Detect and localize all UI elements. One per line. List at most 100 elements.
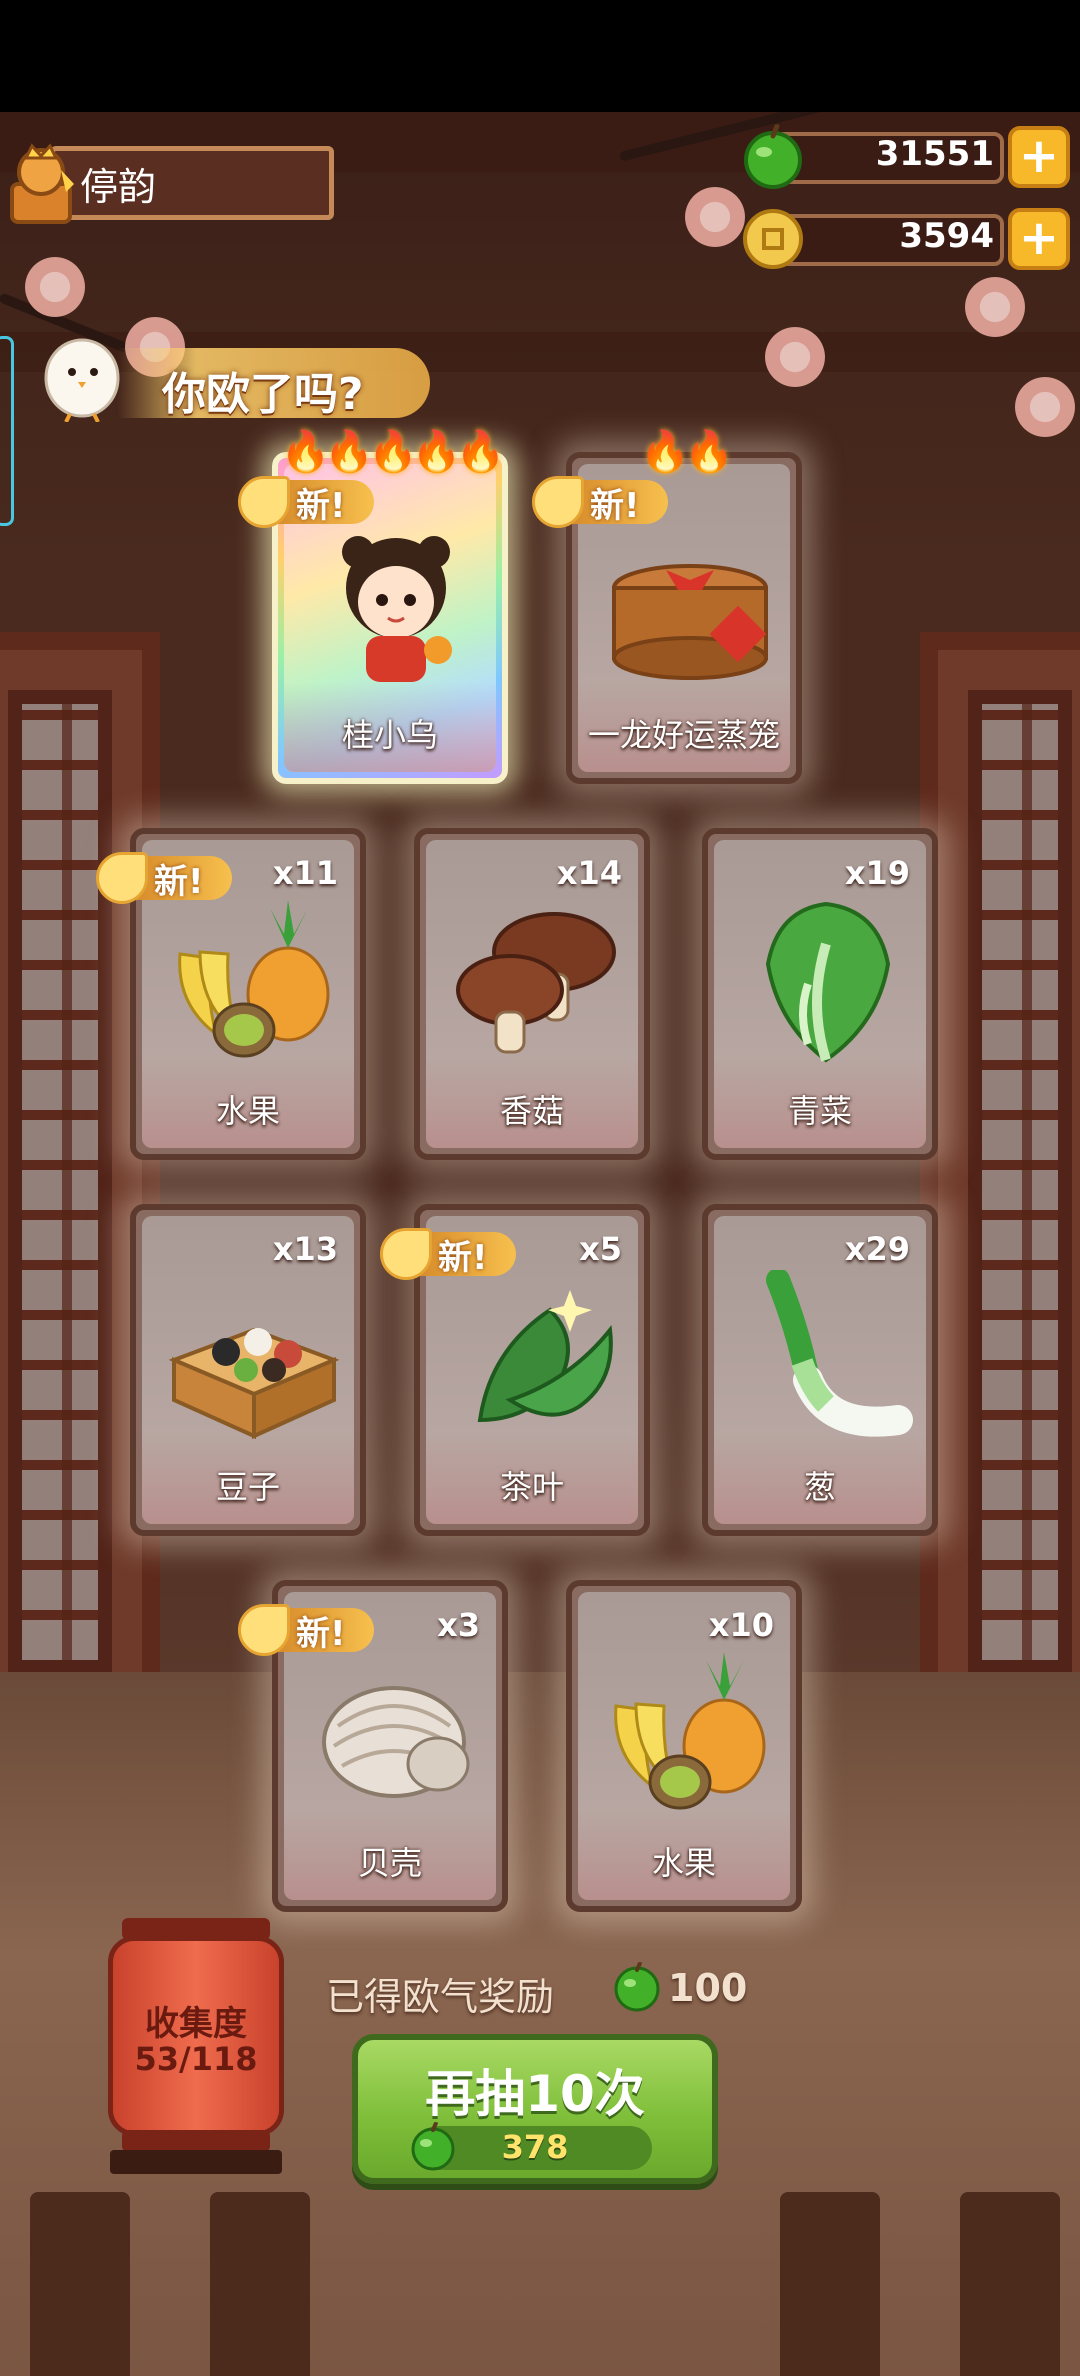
card-label: 一龙好运蒸笼 xyxy=(587,716,780,754)
player-tag[interactable]: 停韵 xyxy=(0,140,336,224)
card-label: 水果 xyxy=(651,1844,716,1882)
lattice-window-right xyxy=(920,632,1080,1732)
new-badge-exclaim: ! xyxy=(472,1238,488,1278)
wing-icon xyxy=(238,476,290,528)
card-count: x19 xyxy=(844,854,910,892)
side-drawer-tab[interactable] xyxy=(0,336,14,526)
scallion-icon xyxy=(766,1270,913,1437)
green-apple-icon xyxy=(744,124,802,189)
fence-post xyxy=(780,2192,880,2376)
add-apples-button[interactable]: + xyxy=(1008,126,1070,188)
new-badge-exclaim: ! xyxy=(188,862,204,902)
fence-post xyxy=(30,2192,130,2376)
blossom-icon xyxy=(20,252,90,322)
blossom-icon xyxy=(960,272,1030,342)
lantern-cap xyxy=(122,2130,270,2152)
reward-value: 100 xyxy=(668,1966,748,2010)
add-coins-button[interactable]: + xyxy=(1008,208,1070,270)
card-label: 桂小乌 xyxy=(341,716,438,754)
wing-icon xyxy=(96,852,148,904)
fence-post xyxy=(960,2192,1060,2376)
reward-card[interactable]: x5 茶叶 新! xyxy=(380,1204,650,1536)
card-count: x29 xyxy=(844,1230,910,1268)
card-count: x5 xyxy=(579,1230,622,1268)
coin-currency: 3594 + xyxy=(740,206,1070,272)
new-badge: 新! xyxy=(96,848,246,906)
new-badge-text: 新! xyxy=(296,478,346,527)
new-badge-text: 新! xyxy=(590,478,640,527)
fruit-icon xyxy=(178,900,330,1058)
wing-icon xyxy=(238,1604,290,1656)
blossom-icon xyxy=(760,322,830,392)
reward-card[interactable]: 桂小乌 🔥🔥🔥🔥🔥 新! xyxy=(238,429,508,784)
new-badge: 新! xyxy=(238,1600,388,1658)
draw-again-button[interactable]: 再抽10次 378 xyxy=(352,2034,718,2184)
reward-card[interactable]: x13 豆子 xyxy=(130,1204,366,1536)
new-badge-word: 新 xyxy=(154,862,188,902)
reward-card[interactable]: x10 水果 xyxy=(566,1580,802,1912)
reward-card[interactable]: x19 青菜 xyxy=(702,828,938,1160)
lantern-stand xyxy=(110,2150,282,2174)
fence-post xyxy=(210,2192,310,2376)
card-label: 葱 xyxy=(803,1468,836,1506)
bok-choy-icon xyxy=(765,901,891,1063)
new-badge-word: 新 xyxy=(438,1238,472,1278)
new-badge-text: 新! xyxy=(438,1230,488,1279)
apple-count: 31551 xyxy=(875,134,994,174)
wing-icon xyxy=(380,1228,432,1280)
new-badge-exclaim: ! xyxy=(624,486,640,526)
lucky-banner: 你欧了吗? xyxy=(40,318,430,428)
card-label: 豆子 xyxy=(215,1468,280,1506)
beans-box-icon xyxy=(168,1327,340,1440)
apple-currency: 31551 + xyxy=(740,124,1070,190)
banner-text: 你欧了吗? xyxy=(162,369,364,420)
reward-card[interactable]: x14 香菇 xyxy=(414,828,650,1160)
new-badge-exclaim: ! xyxy=(330,1614,346,1654)
new-badge-word: 新 xyxy=(590,486,624,526)
bird-mascot-icon xyxy=(44,338,120,422)
status-bar xyxy=(0,0,1080,112)
new-badge-text: 新! xyxy=(296,1606,346,1655)
card-count: x13 xyxy=(272,1230,338,1268)
draw-cost: 378 xyxy=(501,2128,569,2166)
wing-icon xyxy=(532,476,584,528)
reward-card[interactable]: x3 贝壳 新! xyxy=(238,1580,508,1912)
gold-coin-icon xyxy=(743,209,803,269)
girl-character-icon xyxy=(342,536,452,682)
clam-icon xyxy=(322,1686,470,1798)
new-badge: 新! xyxy=(380,1224,530,1282)
draw-again-label: 再抽10次 xyxy=(425,2065,645,2123)
player-rank-icon xyxy=(10,143,74,224)
card-count: x3 xyxy=(437,1606,480,1644)
collection-lantern[interactable]: 收集度 53/118 xyxy=(100,1912,292,2174)
rarity-flames-icon: 🔥🔥 xyxy=(640,429,734,475)
new-badge-text: 新! xyxy=(154,854,204,903)
new-badge-word: 新 xyxy=(296,486,330,526)
collection-progress: 53/118 xyxy=(134,2040,258,2078)
tea-leaves-icon xyxy=(477,1290,613,1423)
reward-label: 已得欧气奖励 xyxy=(326,1975,555,2019)
mushroom-icon xyxy=(456,912,616,1054)
steamer-basket-icon xyxy=(612,564,768,680)
card-count: x11 xyxy=(272,854,338,892)
reward-card[interactable]: x29 葱 xyxy=(702,1204,938,1536)
card-label: 水果 xyxy=(215,1092,280,1130)
reward-card[interactable]: 一龙好运蒸笼 🔥🔥 新! xyxy=(532,429,802,784)
lattice-window-left xyxy=(0,632,160,1732)
lantern-cap xyxy=(122,1918,270,1940)
new-badge: 新! xyxy=(238,472,388,530)
coin-count: 3594 xyxy=(899,216,994,256)
card-label: 贝壳 xyxy=(357,1844,422,1882)
card-label: 茶叶 xyxy=(499,1468,564,1506)
collection-title: 收集度 xyxy=(145,2004,247,2044)
new-badge: 新! xyxy=(532,472,682,530)
green-apple-icon xyxy=(614,1962,660,2012)
blossom-icon xyxy=(1010,372,1080,442)
card-label: 香菇 xyxy=(499,1092,564,1130)
card-count: x10 xyxy=(708,1606,774,1644)
card-count: x14 xyxy=(556,854,622,892)
new-badge-exclaim: ! xyxy=(330,486,346,526)
card-label: 青菜 xyxy=(787,1092,852,1130)
fruit-icon xyxy=(614,1652,766,1810)
reward-card[interactable]: x11 水果 新! xyxy=(96,828,366,1160)
